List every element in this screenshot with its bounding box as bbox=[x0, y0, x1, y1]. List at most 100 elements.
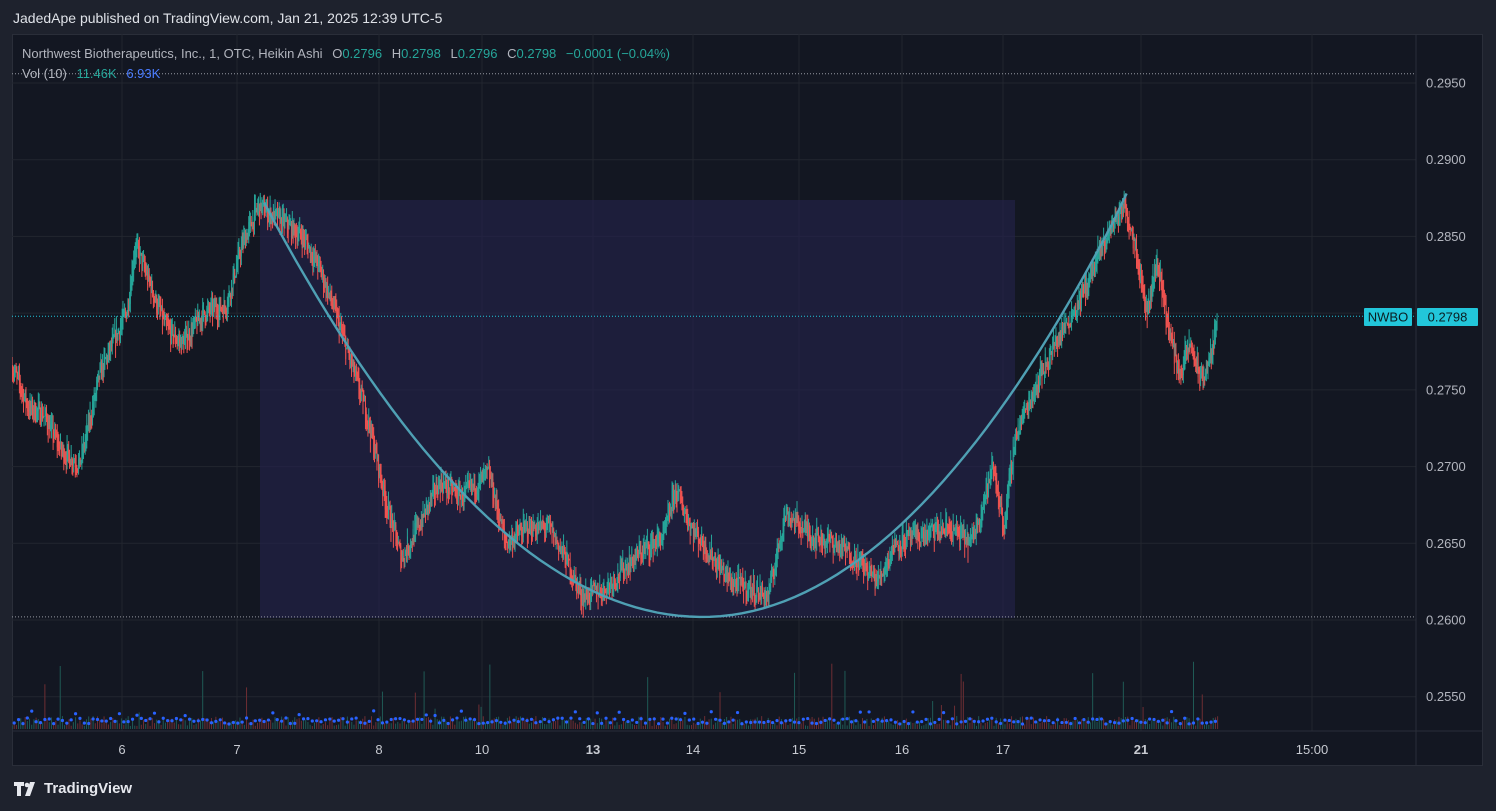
candle-body bbox=[908, 532, 910, 534]
candle-body bbox=[1028, 397, 1030, 411]
candle-body bbox=[648, 542, 650, 556]
candle-body bbox=[913, 530, 915, 533]
candle-body bbox=[83, 446, 85, 448]
candle-body bbox=[376, 450, 378, 466]
tag-symbol: NWBO bbox=[1368, 310, 1408, 325]
price-axis[interactable]: 0.29500.29000.28500.28000.27500.27000.26… bbox=[1426, 76, 1466, 705]
candle-body bbox=[1065, 319, 1067, 327]
candle-body bbox=[180, 339, 182, 355]
candle-body bbox=[318, 257, 320, 267]
candle-body bbox=[765, 591, 767, 599]
volume-ma-dot bbox=[73, 712, 78, 716]
symbol-description[interactable]: Northwest Biotherapeutics, Inc., 1, OTC,… bbox=[22, 46, 323, 61]
candle-body bbox=[679, 489, 680, 492]
candle-body bbox=[1139, 269, 1141, 282]
candle-body bbox=[232, 273, 234, 290]
candle-body bbox=[667, 509, 669, 521]
candle-body bbox=[13, 374, 15, 376]
candle-body bbox=[841, 542, 843, 555]
price-chart[interactable]: 0.29500.29000.28500.28000.27500.27000.26… bbox=[12, 34, 1483, 766]
volume-ma-dot bbox=[771, 721, 775, 725]
candle-body bbox=[1136, 253, 1138, 265]
candle-body bbox=[1172, 337, 1174, 346]
candle-body bbox=[157, 302, 159, 310]
volume-ma-dot bbox=[757, 720, 762, 724]
candle-body bbox=[506, 541, 508, 543]
candle-body bbox=[369, 419, 370, 430]
candle-body bbox=[867, 566, 869, 581]
volume-ma-dot bbox=[1051, 721, 1055, 725]
candle-body bbox=[243, 234, 245, 245]
candle-body bbox=[223, 298, 225, 314]
candle-body bbox=[1212, 337, 1214, 356]
volume-ma-dot bbox=[600, 721, 604, 725]
close-value: 0.2798 bbox=[516, 46, 557, 61]
candle-body bbox=[117, 330, 119, 338]
volume-ma-dot bbox=[293, 721, 297, 725]
candle-body bbox=[261, 203, 263, 209]
candle-body bbox=[1016, 438, 1018, 440]
candle-body bbox=[1031, 395, 1033, 400]
candle-body bbox=[1009, 470, 1011, 483]
candle-body bbox=[274, 207, 276, 220]
candle-body bbox=[1177, 360, 1178, 365]
volume-ma-dot bbox=[643, 721, 648, 725]
candle-body bbox=[65, 458, 66, 461]
time-axis[interactable]: 6 7 8 10 13 14 15 16 17 21 15:00 bbox=[118, 742, 1328, 757]
candle-body bbox=[761, 586, 763, 596]
volume-ma-dot bbox=[560, 716, 564, 720]
candle-body bbox=[282, 212, 284, 219]
candle-body bbox=[84, 440, 86, 447]
candle-body bbox=[656, 531, 658, 547]
candle-body bbox=[185, 326, 187, 336]
volume-ma-dot bbox=[534, 721, 538, 725]
brand-footer[interactable]: TradingView bbox=[14, 780, 132, 797]
volume-ma-dot bbox=[942, 710, 946, 715]
candle-body bbox=[915, 528, 917, 540]
candle-body bbox=[210, 301, 212, 311]
candle-body bbox=[107, 351, 109, 360]
candle-body bbox=[363, 400, 365, 402]
candle-body bbox=[750, 583, 752, 600]
candle-body bbox=[143, 259, 145, 269]
candle-body bbox=[422, 504, 424, 526]
volume-ma-dot bbox=[472, 718, 477, 722]
candle-body bbox=[214, 303, 216, 311]
candle-body bbox=[919, 542, 921, 545]
candle-body bbox=[725, 568, 727, 572]
candle-body bbox=[662, 526, 664, 541]
candle-body bbox=[303, 236, 305, 239]
candle-body bbox=[305, 238, 307, 240]
volume-ma-dot bbox=[709, 710, 713, 714]
candle-body bbox=[899, 534, 901, 550]
candle-body bbox=[293, 219, 295, 234]
volume-label[interactable]: Vol (10) bbox=[22, 66, 67, 81]
candle-body bbox=[708, 555, 710, 558]
candle-body bbox=[190, 324, 192, 341]
candle-body bbox=[965, 537, 967, 543]
candle-body bbox=[1215, 326, 1217, 330]
volume-ma-dot bbox=[358, 720, 363, 725]
candle-body bbox=[1086, 283, 1088, 295]
candle-body bbox=[884, 571, 886, 574]
volume-ma-dot bbox=[573, 710, 577, 714]
candle-body bbox=[351, 356, 352, 368]
candle-body bbox=[379, 465, 380, 469]
candle-body bbox=[204, 311, 206, 323]
volume-ma-dot bbox=[543, 717, 547, 721]
candle-body bbox=[1131, 230, 1132, 232]
candle-body bbox=[342, 331, 344, 335]
candle-body bbox=[804, 520, 806, 527]
candle-body bbox=[473, 475, 475, 486]
candle-body bbox=[845, 547, 846, 555]
candle-body bbox=[399, 544, 401, 547]
candle-body bbox=[38, 401, 40, 407]
volume-ma-dot bbox=[455, 716, 459, 720]
candle-body bbox=[516, 526, 518, 533]
candle-body bbox=[672, 488, 674, 503]
candle-body bbox=[434, 486, 435, 498]
candle-body bbox=[51, 421, 53, 425]
candle-body bbox=[441, 482, 443, 488]
candle-body bbox=[693, 527, 694, 542]
candle-body bbox=[985, 486, 987, 498]
